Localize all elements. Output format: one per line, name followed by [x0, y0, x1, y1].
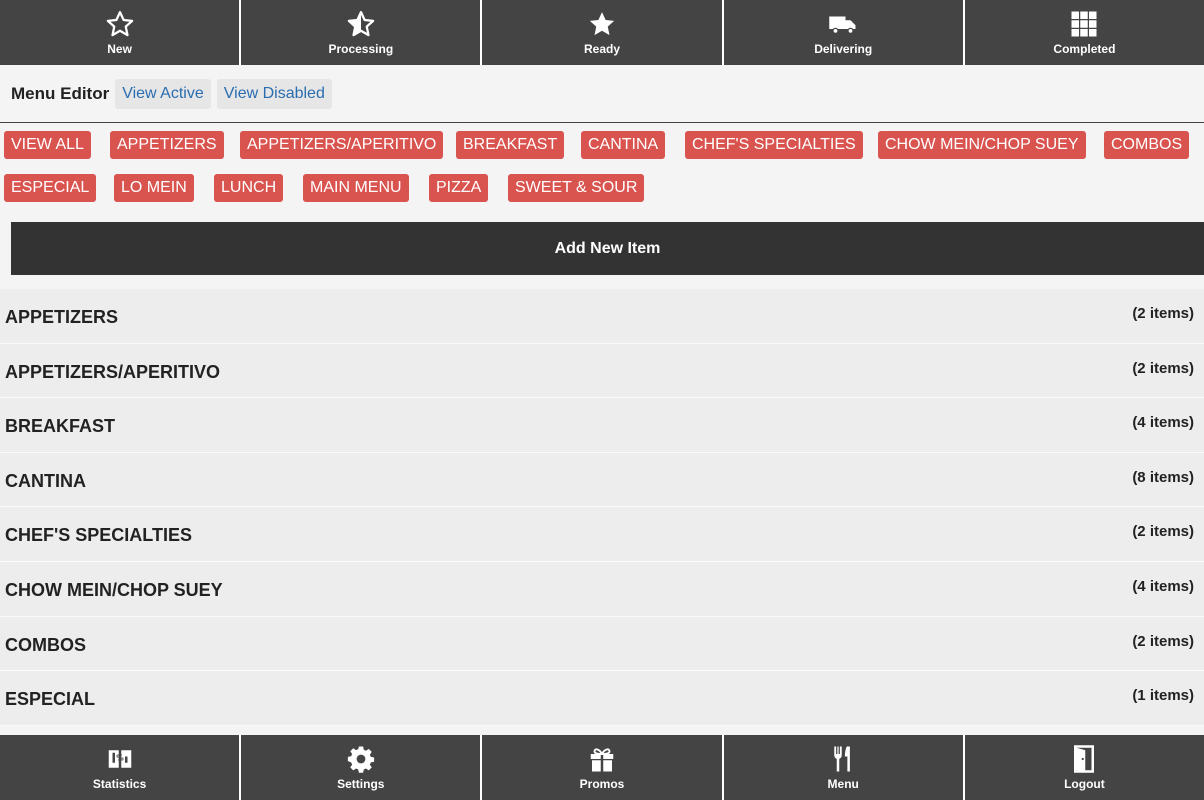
chip-chow-mein-chop-suey[interactable]: CHOW MEIN/CHOP SUEY — [878, 131, 1086, 159]
nav-promos-label: Promos — [579, 777, 625, 791]
category-count: (4 items) — [1132, 414, 1194, 432]
statistics-icon: % — [108, 750, 131, 768]
category-count: (2 items) — [1132, 523, 1194, 541]
category-name: BREAKFAST — [5, 416, 116, 437]
category-row[interactable]: CHOW MEIN/CHOP SUEY (4 items) — [0, 561, 1204, 617]
menu-editor-header: Menu Editor View Active View Disabled — [0, 65, 1204, 123]
grid-icon — [1071, 11, 1097, 37]
nav-new-button[interactable]: New — [0, 0, 242, 65]
add-new-item-button[interactable]: Add New Item — [11, 222, 1204, 275]
fork-knife-icon — [834, 746, 851, 772]
nav-logout-label: Logout — [1064, 777, 1105, 791]
category-row[interactable]: ESPECIAL (1 items) — [0, 671, 1204, 726]
view-disabled-link[interactable]: View Disabled — [216, 78, 332, 109]
nav-ready-button[interactable]: Ready — [482, 0, 724, 65]
category-count: (1 items) — [1132, 687, 1194, 705]
chip-appetizers[interactable]: APPETIZERS — [110, 131, 224, 159]
chip-lo-mein[interactable]: LO MEIN — [114, 174, 194, 202]
nav-settings-label: Settings — [337, 777, 385, 791]
nav-processing-button[interactable]: Processing — [241, 0, 483, 65]
category-filter-bar: VIEW ALL APPETIZERS APPETIZERS/APERITIVO… — [0, 124, 1204, 220]
nav-logout-button[interactable]: Logout — [965, 735, 1204, 800]
chip-combos[interactable]: COMBOS — [1104, 131, 1190, 159]
nav-ready-label: Ready — [583, 42, 621, 56]
nav-settings-button[interactable]: Settings — [241, 735, 483, 800]
category-list: APPETIZERS (2 items) APPETIZERS/APERITIV… — [0, 289, 1204, 735]
chip-view-all[interactable]: VIEW ALL — [4, 131, 91, 159]
chip-cantina[interactable]: CANTINA — [581, 131, 666, 159]
category-row[interactable]: APPETIZERS (2 items) — [0, 289, 1204, 344]
category-row[interactable]: CANTINA (8 items) — [0, 452, 1204, 508]
category-count: (2 items) — [1132, 305, 1194, 322]
nav-processing-label: Processing — [328, 42, 394, 56]
nav-delivering-button[interactable]: Delivering — [724, 0, 965, 65]
nav-menu-button[interactable]: Menu — [724, 735, 965, 800]
category-row[interactable]: BREAKFAST (4 items) — [0, 398, 1204, 453]
add-new-item-label: Add New Item — [554, 239, 661, 257]
category-name: APPETIZERS/APERITIVO — [5, 361, 221, 382]
nav-menu-label: Menu — [827, 777, 859, 791]
chip-pizza[interactable]: PIZZA — [429, 174, 489, 202]
category-row[interactable]: COMBOS (2 items) — [0, 616, 1204, 672]
chip-especial[interactable]: ESPECIAL — [4, 174, 97, 202]
nav-delivering-label: Delivering — [814, 42, 873, 56]
category-name: APPETIZERS — [5, 307, 119, 327]
category-row[interactable]: CHEF'S SPECIALTIES (2 items) — [0, 507, 1204, 562]
chip-appetizers-aperitivo[interactable]: APPETIZERS/APERITIVO — [240, 131, 444, 159]
view-active-link[interactable]: View Active — [115, 78, 211, 109]
category-name: CHOW MEIN/CHOP SUEY — [5, 579, 223, 600]
star-filled-icon — [589, 12, 615, 36]
chip-sweet-sour[interactable]: SWEET & SOUR — [508, 174, 645, 202]
nav-completed-button[interactable]: Completed — [965, 0, 1204, 65]
category-name: ESPECIAL — [5, 689, 96, 710]
svg-text:%: % — [116, 753, 124, 762]
chip-chefs-specialties[interactable]: CHEF'S SPECIALTIES — [685, 131, 863, 159]
nav-new-label: New — [107, 42, 132, 56]
category-count: (8 items) — [1132, 468, 1194, 486]
star-half-icon — [347, 11, 375, 37]
page-title: Menu Editor — [11, 83, 110, 103]
nav-statistics-label: Statistics — [92, 777, 147, 791]
category-name: CHEF'S SPECIALTIES — [5, 525, 192, 546]
top-nav: New Processing Ready Delivering Complete… — [0, 0, 1204, 65]
star-outline-icon — [106, 11, 133, 37]
nav-statistics-button[interactable]: % Statistics — [0, 735, 242, 800]
gift-icon — [590, 748, 614, 772]
truck-icon — [829, 16, 856, 34]
nav-completed-label: Completed — [1053, 42, 1116, 56]
chip-main-menu[interactable]: MAIN MENU — [303, 174, 409, 202]
nav-promos-button[interactable]: Promos — [482, 735, 724, 800]
category-count: (4 items) — [1132, 577, 1194, 595]
category-name: CANTINA — [5, 470, 86, 491]
chip-lunch[interactable]: LUNCH — [214, 174, 284, 202]
category-count: (2 items) — [1132, 359, 1194, 377]
category-count: (2 items) — [1132, 632, 1194, 650]
door-icon — [1074, 745, 1095, 773]
gear-icon — [347, 746, 374, 773]
category-row[interactable]: APPETIZERS/APERITIVO (2 items) — [0, 343, 1204, 399]
bottom-nav: % Statistics Settings Promos Menu Logout — [0, 735, 1204, 800]
chip-breakfast[interactable]: BREAKFAST — [456, 131, 565, 159]
category-name: COMBOS — [5, 634, 86, 655]
